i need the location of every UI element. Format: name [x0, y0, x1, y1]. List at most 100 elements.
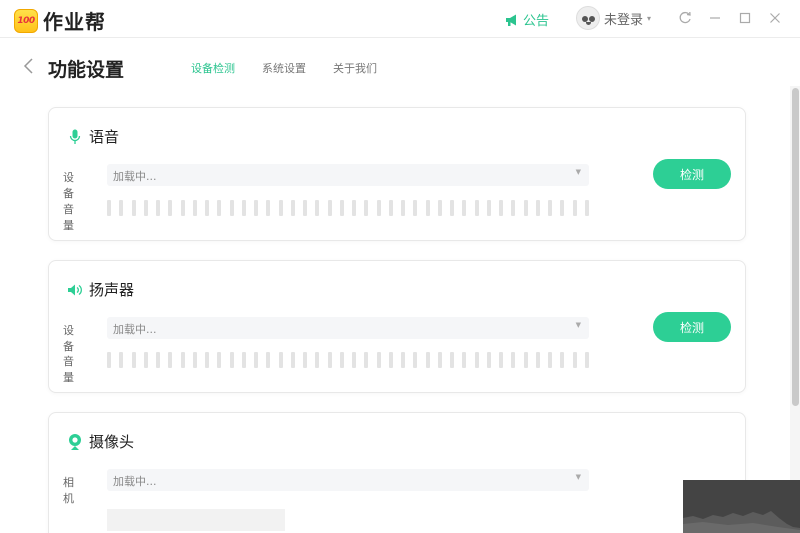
volume-bar [205, 352, 209, 368]
volume-bar [523, 352, 528, 368]
volume-bar [352, 200, 356, 216]
camera-icon [67, 433, 83, 451]
volume-bar [315, 352, 320, 368]
landscape-image [683, 480, 800, 533]
mic-card: 语音 设 备 加载中... ▼ 音 量 检测 [48, 107, 746, 241]
tab-about-us[interactable]: 关于我们 [333, 60, 377, 76]
login-status: 未登录 [604, 12, 644, 28]
volume-bar [315, 200, 320, 216]
app-logo: 100 作业帮 [14, 6, 106, 35]
volume-bar [192, 352, 197, 368]
mic-device-select[interactable]: 加载中... ▼ [107, 164, 589, 186]
volume-bar [241, 352, 246, 368]
volume-bar [241, 200, 246, 216]
mic-device-value: 加载中... [113, 170, 157, 183]
volume-bar [327, 200, 332, 216]
volume-bar [364, 352, 369, 368]
mic-check-button[interactable]: 检测 [653, 159, 731, 189]
volume-bar [535, 200, 540, 216]
volume-bar [499, 200, 503, 216]
camera-card-title: 摄像头 [89, 433, 135, 451]
volume-bar [254, 200, 258, 216]
volume-bar [535, 352, 540, 368]
scrollbar-thumb[interactable] [792, 88, 799, 406]
volume-bar [523, 200, 528, 216]
volume-bar [548, 352, 552, 368]
page-title: 功能设置 [48, 59, 125, 81]
speaker-check-button[interactable]: 检测 [653, 312, 731, 342]
notice-button[interactable]: 公告 [505, 10, 549, 29]
volume-bar [437, 200, 442, 216]
volume-bar [474, 200, 479, 216]
volume-bar [168, 200, 173, 216]
refresh-button[interactable] [670, 8, 700, 28]
settings-tabs: 设备检测 系统设置 关于我们 [191, 60, 404, 76]
volume-bar [548, 200, 552, 216]
volume-bar [303, 352, 307, 368]
volume-bar [572, 352, 577, 368]
mic-volume-meter [107, 200, 589, 216]
speaker-card-title: 扬声器 [89, 281, 135, 299]
volume-bar [327, 352, 332, 368]
volume-bar [572, 200, 577, 216]
volume-bar [168, 352, 173, 368]
volume-bar [401, 200, 405, 216]
app-name: 作业帮 [43, 10, 106, 34]
maximize-button[interactable] [730, 8, 760, 28]
back-icon[interactable] [22, 57, 36, 75]
volume-bar [217, 200, 222, 216]
volume-bar [425, 352, 430, 368]
volume-bar [560, 352, 565, 368]
volume-bar [425, 200, 430, 216]
volume-bar [254, 352, 258, 368]
volume-bar [486, 352, 491, 368]
tab-system-settings[interactable]: 系统设置 [262, 60, 306, 76]
camera-thumbnail-overlay [683, 480, 800, 533]
user-menu[interactable]: 未登录 ▾ [576, 6, 651, 30]
volume-bar [278, 352, 283, 368]
volume-bar [560, 200, 565, 216]
volume-bar [584, 352, 589, 368]
volume-bar [413, 200, 418, 216]
microphone-icon [67, 128, 83, 146]
speaker-device-select[interactable]: 加载中... ▼ [107, 317, 589, 339]
volume-bar [119, 352, 124, 368]
volume-bar [290, 200, 295, 216]
volume-bar [376, 352, 381, 368]
refresh-icon [679, 11, 691, 24]
volume-bar [131, 352, 136, 368]
maximize-icon [739, 12, 751, 24]
tab-device-check[interactable]: 设备检测 [191, 60, 235, 76]
device-label: 设 备 [63, 171, 82, 200]
logo-badge-text: 100 [17, 15, 35, 26]
chevron-down-icon: ▾ [647, 13, 652, 23]
volume-bar [107, 352, 111, 368]
volume-bar [229, 200, 234, 216]
volume-bar [339, 352, 344, 368]
volume-bar [143, 352, 148, 368]
title-bar: 100 作业帮 公告 未登录 ▾ [0, 0, 800, 38]
device-label: 设 备 [63, 324, 82, 353]
notice-label: 公告 [523, 14, 550, 29]
volume-bar [486, 200, 491, 216]
speaker-card-header: 扬声器 [67, 279, 134, 300]
volume-bar [266, 200, 271, 216]
camera-card: 摄像头 相 机 加载中... ▼ [48, 412, 746, 533]
megaphone-icon [506, 14, 516, 26]
volume-bar [192, 200, 197, 216]
volume-bar [450, 200, 454, 216]
volume-bar [278, 200, 283, 216]
volume-bar [339, 200, 344, 216]
mic-card-header: 语音 [67, 126, 119, 147]
volume-bar [450, 352, 454, 368]
volume-bar [156, 200, 160, 216]
minimize-button[interactable] [700, 8, 730, 28]
volume-bar [229, 352, 234, 368]
camera-device-select[interactable]: 加载中... ▼ [107, 469, 589, 491]
close-button[interactable] [760, 8, 790, 28]
volume-bar [584, 200, 589, 216]
volume-bar [474, 352, 479, 368]
volume-bar [511, 200, 516, 216]
volume-bar [290, 352, 295, 368]
window-controls [670, 8, 790, 28]
